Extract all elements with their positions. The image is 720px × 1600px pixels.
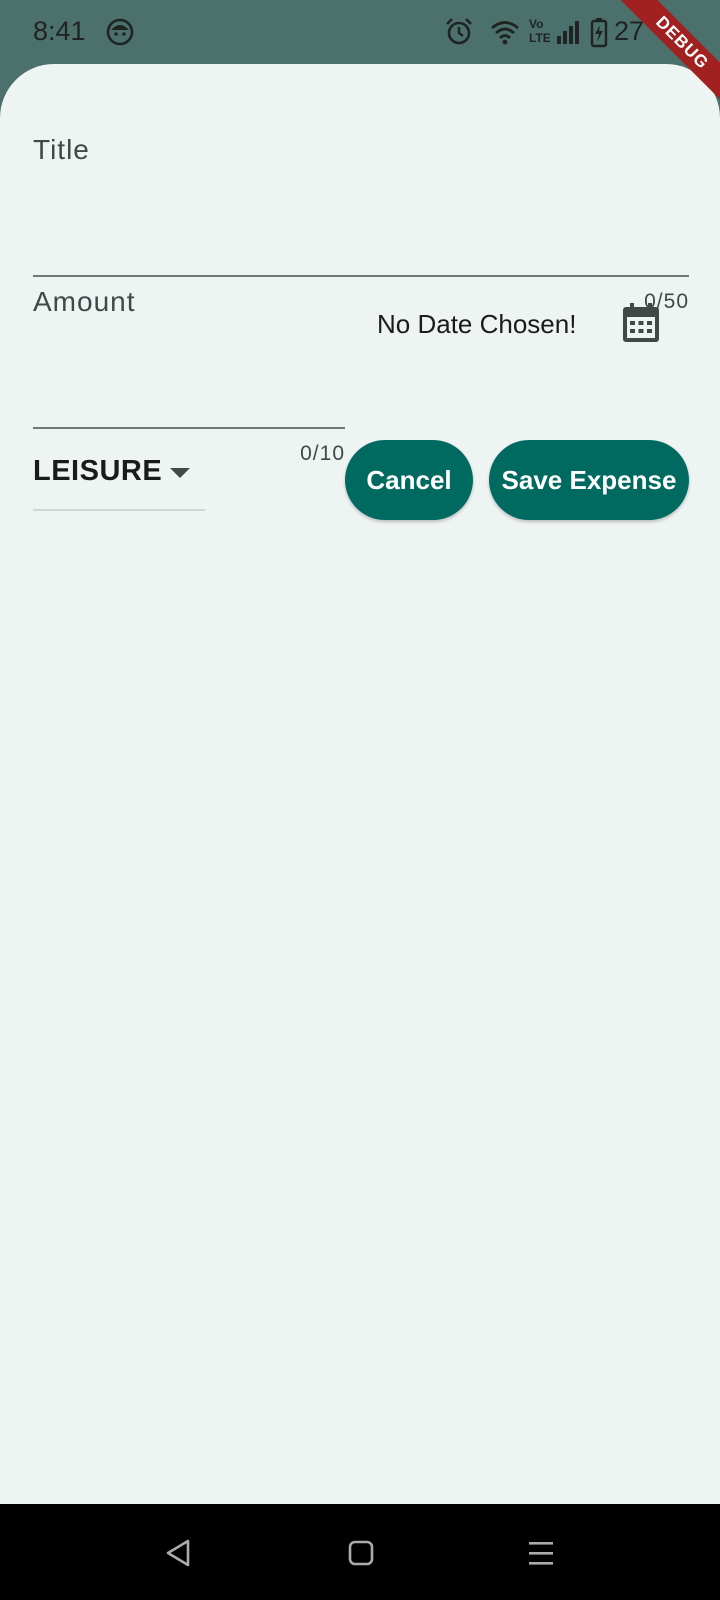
status-time: 8:41 xyxy=(33,16,86,46)
navigation-bar xyxy=(0,1504,720,1600)
menu-icon[interactable] xyxy=(526,1538,556,1568)
back-icon[interactable] xyxy=(164,1538,194,1568)
category-selected-value: LEISURE xyxy=(33,455,163,487)
title-field-label: Title xyxy=(33,134,90,165)
category-dropdown[interactable]: LEISURE xyxy=(33,449,205,511)
volte-icon: Vo LTE xyxy=(528,16,551,48)
add-expense-sheet: Title 0/50 Amount 0/10 No Date Chosen! L… xyxy=(0,64,720,1504)
calendar-icon xyxy=(623,303,659,342)
alarm-icon xyxy=(444,16,474,48)
home-icon[interactable] xyxy=(346,1538,376,1568)
svg-text:LTE: LTE xyxy=(529,31,550,45)
amount-field[interactable]: Amount 0/10 xyxy=(33,286,345,465)
wifi-icon xyxy=(490,16,520,48)
selected-date-text: No Date Chosen! xyxy=(377,309,577,339)
title-field[interactable]: Title 0/50 xyxy=(33,134,689,313)
debug-banner: DEBUG xyxy=(600,0,720,120)
debug-banner-label: DEBUG xyxy=(609,0,720,116)
amount-field-underline xyxy=(33,427,345,429)
calendar-button[interactable] xyxy=(618,300,664,346)
category-dropdown-underline xyxy=(33,509,205,511)
cancel-button[interactable]: Cancel xyxy=(345,440,473,520)
dropdown-arrow-icon xyxy=(170,467,190,479)
svg-text:Vo: Vo xyxy=(529,17,543,31)
amount-field-label: Amount xyxy=(33,286,136,317)
face-notification-icon xyxy=(106,18,134,46)
signal-icon xyxy=(556,16,580,48)
save-expense-button[interactable]: Save Expense xyxy=(489,440,689,520)
amount-field-counter: 0/10 xyxy=(300,442,345,465)
title-field-underline xyxy=(33,275,689,277)
